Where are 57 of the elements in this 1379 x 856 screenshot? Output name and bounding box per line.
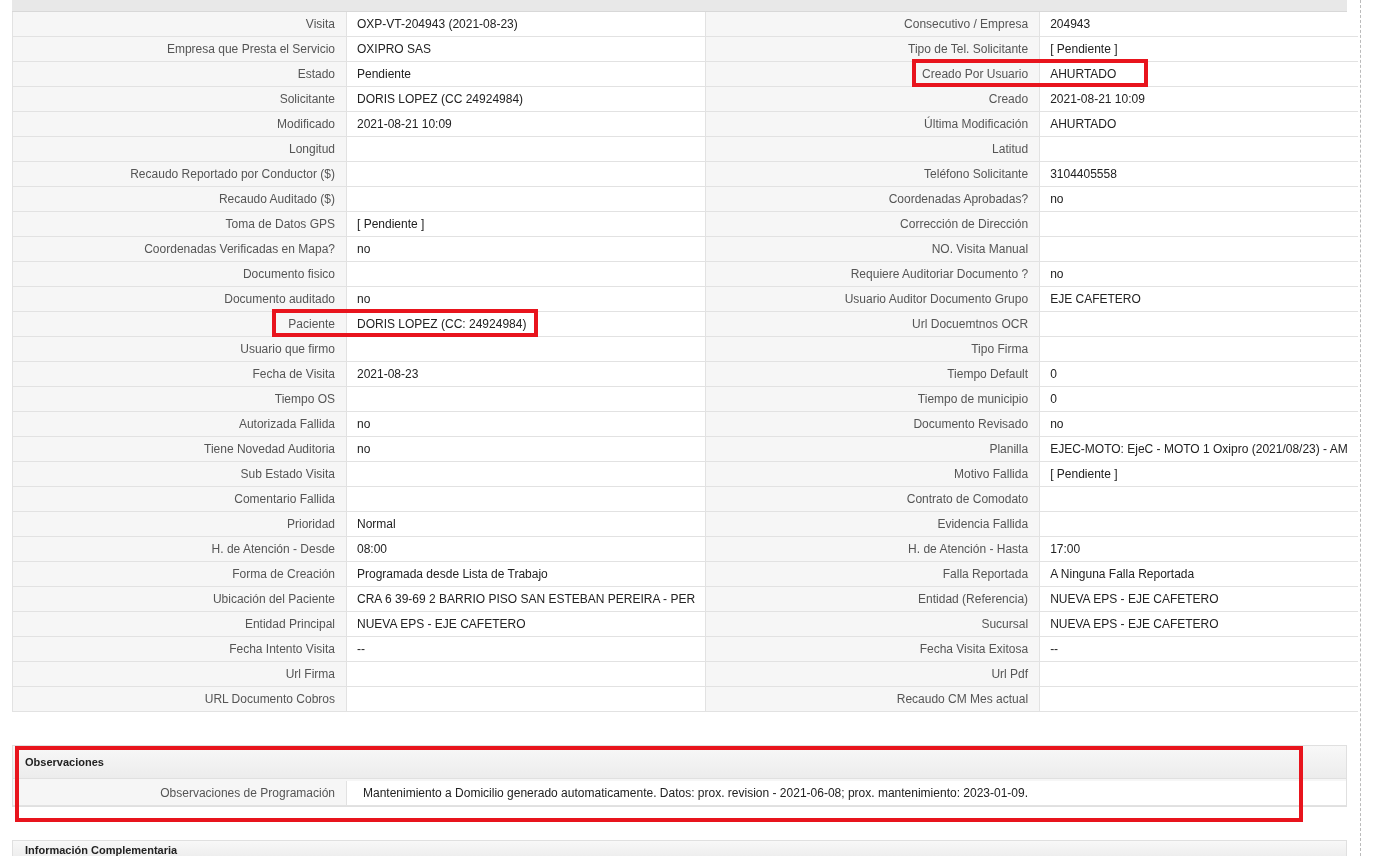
field-label: Evidencia Fallida xyxy=(706,512,1041,536)
field-label: Falla Reportada xyxy=(706,562,1041,586)
field-label: Sucursal xyxy=(706,612,1041,636)
field-label: Sub Estado Visita xyxy=(13,462,347,486)
field-label: Recaudo Reportado por Conductor ($) xyxy=(13,162,347,186)
field-label: Consecutivo / Empresa xyxy=(706,12,1041,36)
field-label: Url Docuemtnos OCR xyxy=(706,312,1041,336)
field-label: Tipo Firma xyxy=(706,337,1041,361)
field-label: Autorizada Fallida xyxy=(13,412,347,436)
field-label: Coordenadas Verificadas en Mapa? xyxy=(13,237,347,261)
field-label: Longitud xyxy=(13,137,347,161)
field-label: Documento fisico xyxy=(13,262,347,286)
field-label: Recaudo Auditado ($) xyxy=(13,187,347,211)
field-label: Usuario que firmo xyxy=(13,337,347,361)
field-label: Entidad Principal xyxy=(13,612,347,636)
field-label: Url Pdf xyxy=(706,662,1041,686)
field-label: Motivo Fallida xyxy=(706,462,1041,486)
field-label: NO. Visita Manual xyxy=(706,237,1041,261)
field-label: Contrato de Comodato xyxy=(706,487,1041,511)
field-label: Tipo de Tel. Solicitante xyxy=(706,37,1041,61)
field-label: Url Firma xyxy=(13,662,347,686)
field-label: Coordenadas Aprobadas? xyxy=(706,187,1041,211)
field-label: Corrección de Dirección xyxy=(706,212,1041,236)
field-label: H. de Atención - Desde xyxy=(13,537,347,561)
field-label: Usuario Auditor Documento Grupo xyxy=(706,287,1041,311)
field-label: Latitud xyxy=(706,137,1041,161)
field-label: Fecha de Visita xyxy=(13,362,347,386)
field-label: Tiempo Default xyxy=(706,362,1041,386)
field-label: Tiempo OS xyxy=(13,387,347,411)
field-label: Fecha Intento Visita xyxy=(13,637,347,661)
field-label: Planilla xyxy=(706,437,1041,461)
field-label: Entidad (Referencia) xyxy=(706,587,1041,611)
field-label: Última Modificación xyxy=(706,112,1041,136)
field-label: Solicitante xyxy=(13,87,347,111)
field-label: Fecha Visita Exitosa xyxy=(706,637,1041,661)
field-label: Documento Revisado xyxy=(706,412,1041,436)
field-label: Comentario Fallida xyxy=(13,487,347,511)
field-label: H. de Atención - Hasta xyxy=(706,537,1041,561)
field-label: Modificado xyxy=(13,112,347,136)
field-label: Ubicación del Paciente xyxy=(13,587,347,611)
field-label: Estado xyxy=(13,62,347,86)
field-label: Creado xyxy=(706,87,1041,111)
field-label: Documento auditado xyxy=(13,287,347,311)
field-label: Forma de Creación xyxy=(13,562,347,586)
field-label: Visita xyxy=(13,12,347,36)
field-label: Paciente xyxy=(13,312,347,336)
field-label: Requiere Auditoriar Documento ? xyxy=(706,262,1041,286)
field-label: Recaudo CM Mes actual xyxy=(706,687,1041,711)
field-label: Observaciones de Programación xyxy=(13,781,347,805)
field-label: Prioridad xyxy=(13,512,347,536)
field-label: Toma de Datos GPS xyxy=(13,212,347,236)
field-label: Tiempo de municipio xyxy=(706,387,1041,411)
field-label: Empresa que Presta el Servicio xyxy=(13,37,347,61)
field-label: Teléfono Solicitante xyxy=(706,162,1041,186)
field-label: Creado Por Usuario xyxy=(706,62,1041,86)
field-label: Tiene Novedad Auditoria xyxy=(13,437,347,461)
field-label: URL Documento Cobros xyxy=(13,687,347,711)
